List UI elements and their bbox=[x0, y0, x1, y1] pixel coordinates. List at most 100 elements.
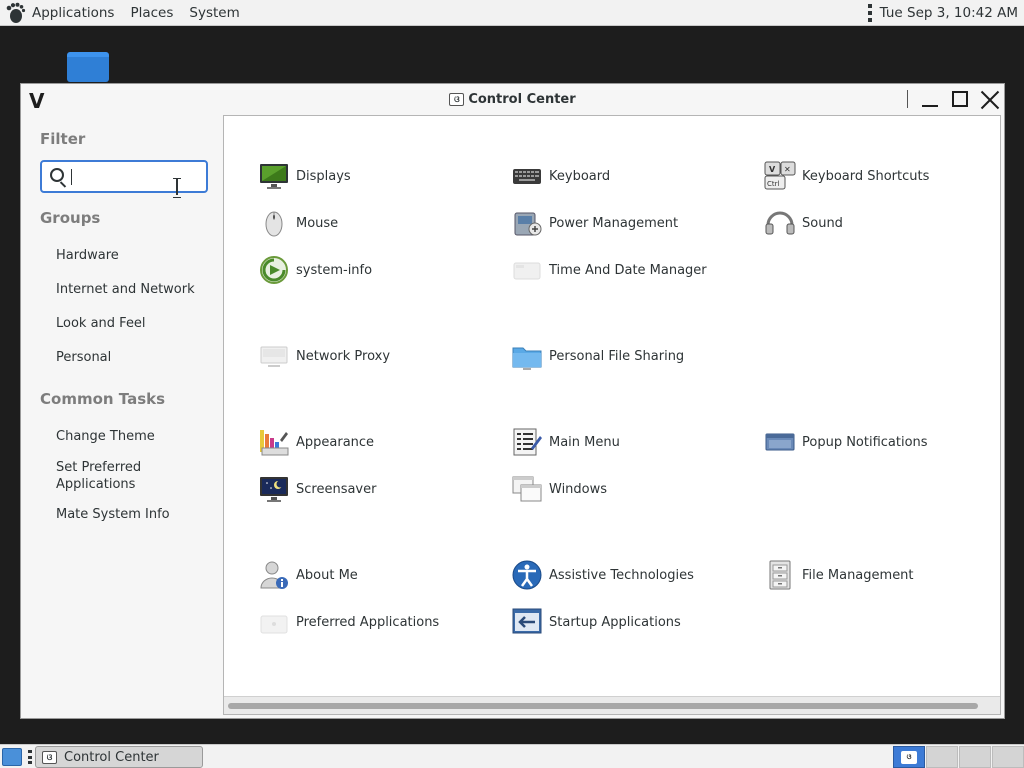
task-mate-system-info[interactable]: Mate System Info bbox=[56, 506, 216, 523]
applet-label: Keyboard Shortcuts bbox=[802, 168, 930, 184]
bottom-panel: ଓ Control Center ଓ bbox=[0, 744, 1024, 768]
menu-applications[interactable]: Applications bbox=[32, 5, 114, 21]
applet-label: Preferred Applications bbox=[296, 614, 440, 630]
menu-places[interactable]: Places bbox=[130, 5, 173, 21]
applet-label: File Management bbox=[802, 567, 914, 583]
file-sharing-folder-icon bbox=[511, 340, 543, 372]
task-set-preferred-applications[interactable]: Set Preferred Applications bbox=[56, 459, 166, 493]
applet-label: Sound bbox=[802, 215, 843, 231]
titlebar[interactable]: V ଓ Control Center bbox=[21, 84, 1004, 115]
applet-label: Power Management bbox=[549, 215, 679, 231]
applet-label: About Me bbox=[296, 567, 358, 583]
applet-label: Network Proxy bbox=[296, 348, 391, 364]
applet-popup-notifications[interactable]: Popup Notifications bbox=[764, 426, 928, 458]
common-tasks-heading: Common Tasks bbox=[40, 390, 166, 408]
applet-screensaver[interactable]: Screensaver bbox=[258, 473, 376, 505]
panel-grip-icon[interactable] bbox=[867, 3, 872, 22]
applet-personal-file-sharing[interactable]: Personal File Sharing bbox=[511, 340, 684, 372]
mouse-icon bbox=[258, 207, 290, 239]
power-management-icon bbox=[511, 207, 543, 239]
applet-network-proxy[interactable]: Network Proxy bbox=[258, 340, 390, 372]
applet-power-management[interactable]: Power Management bbox=[511, 207, 678, 239]
applet-label: Appearance bbox=[296, 434, 375, 450]
minimize-button[interactable] bbox=[920, 89, 940, 109]
file-management-icon bbox=[764, 559, 796, 591]
applet-label: Main Menu bbox=[549, 434, 620, 450]
maximize-button[interactable] bbox=[950, 89, 970, 109]
control-center-icon: ଓ bbox=[42, 750, 57, 764]
svg-text:Ctrl: Ctrl bbox=[767, 180, 780, 188]
applet-label: Displays bbox=[296, 168, 351, 184]
filter-heading: Filter bbox=[40, 130, 86, 148]
applets-grid: Displays Keyboard V ✕ Ctrl Keyboard Shortc… bbox=[223, 115, 1001, 715]
svg-text:✕: ✕ bbox=[784, 165, 791, 174]
text-caret bbox=[71, 169, 72, 185]
applet-about-me[interactable]: About Me bbox=[258, 559, 358, 591]
applet-label: Assistive Technologies bbox=[549, 567, 694, 583]
applet-startup-applications[interactable]: Startup Applications bbox=[511, 606, 681, 638]
sound-icon bbox=[764, 207, 796, 239]
group-hardware[interactable]: Hardware bbox=[56, 247, 216, 264]
control-center-window: V ଓ Control Center Filter Groups Hardwar… bbox=[20, 83, 1005, 719]
menu-bar: Applications Places System bbox=[0, 0, 264, 26]
applet-label: Windows bbox=[549, 481, 608, 497]
applet-sound[interactable]: Sound bbox=[764, 207, 843, 239]
applet-system-info[interactable]: system-info bbox=[258, 254, 372, 286]
scrollbar-thumb[interactable] bbox=[228, 703, 978, 709]
applet-main-menu[interactable]: Main Menu bbox=[511, 426, 620, 458]
top-panel: Applications Places System Tue Sep 3, 10… bbox=[0, 0, 1024, 26]
appearance-icon bbox=[258, 426, 290, 458]
about-me-icon bbox=[258, 559, 290, 591]
group-internet-and-network[interactable]: Internet and Network bbox=[56, 281, 216, 298]
menu-system[interactable]: System bbox=[189, 5, 239, 21]
applet-time-and-date-manager[interactable]: Time And Date Manager bbox=[511, 254, 707, 286]
group-personal[interactable]: Personal bbox=[56, 349, 216, 366]
applet-appearance[interactable]: Appearance bbox=[258, 426, 374, 458]
applet-label: Popup Notifications bbox=[802, 434, 928, 450]
applet-preferred-applications[interactable]: Preferred Applications bbox=[258, 606, 439, 638]
applet-label: system-info bbox=[296, 262, 373, 278]
horizontal-scrollbar[interactable] bbox=[224, 696, 1000, 714]
keyboard-icon bbox=[511, 160, 543, 192]
control-center-icon: ଓ bbox=[449, 93, 465, 106]
keyboard-shortcuts-icon: V ✕ Ctrl bbox=[764, 160, 796, 192]
applet-file-management[interactable]: File Management bbox=[764, 559, 914, 591]
taskbar-label: Control Center bbox=[64, 749, 159, 765]
applet-label: Screensaver bbox=[296, 481, 377, 497]
search-box[interactable] bbox=[40, 160, 208, 198]
workspace-1[interactable]: ଓ bbox=[893, 746, 925, 768]
workspace-2[interactable] bbox=[926, 746, 958, 768]
close-button[interactable] bbox=[980, 89, 1000, 109]
applet-label: Personal File Sharing bbox=[549, 348, 685, 364]
workspace-4[interactable] bbox=[992, 746, 1024, 768]
desktop-folder-icon[interactable] bbox=[67, 52, 109, 82]
workspace-3[interactable] bbox=[959, 746, 991, 768]
applet-assistive-technologies[interactable]: Assistive Technologies bbox=[511, 559, 694, 591]
search-icon bbox=[50, 168, 64, 182]
applet-displays[interactable]: Displays bbox=[258, 160, 351, 192]
panel-grip-icon[interactable] bbox=[28, 750, 32, 764]
popup-notifications-icon bbox=[764, 426, 796, 458]
show-desktop-icon[interactable] bbox=[2, 748, 22, 766]
clock[interactable]: Tue Sep 3, 10:42 AM bbox=[880, 5, 1018, 21]
taskbar-control-center[interactable]: ଓ Control Center bbox=[35, 746, 203, 768]
group-look-and-feel[interactable]: Look and Feel bbox=[56, 315, 216, 332]
task-change-theme[interactable]: Change Theme bbox=[56, 428, 216, 445]
preferred-applications-icon bbox=[258, 606, 290, 638]
applet-windows[interactable]: Windows bbox=[511, 473, 607, 505]
applet-keyboard[interactable]: Keyboard bbox=[511, 160, 610, 192]
applet-mouse[interactable]: Mouse bbox=[258, 207, 338, 239]
time-date-icon bbox=[511, 254, 543, 286]
window-title-text: Control Center bbox=[468, 92, 576, 107]
workspace-window-icon: ଓ bbox=[901, 751, 917, 764]
startup-applications-icon bbox=[511, 606, 543, 638]
ibeam-cursor-icon bbox=[173, 178, 181, 198]
applet-label: Mouse bbox=[296, 215, 339, 231]
main-menu-icon bbox=[511, 426, 543, 458]
system-info-icon bbox=[258, 254, 290, 286]
applet-label: Startup Applications bbox=[549, 614, 681, 630]
svg-text:V: V bbox=[769, 165, 776, 174]
titlebar-separator bbox=[907, 90, 908, 108]
applet-keyboard-shortcuts[interactable]: V ✕ Ctrl Keyboard Shortcuts bbox=[764, 160, 929, 192]
mate-foot-icon[interactable] bbox=[4, 2, 26, 24]
